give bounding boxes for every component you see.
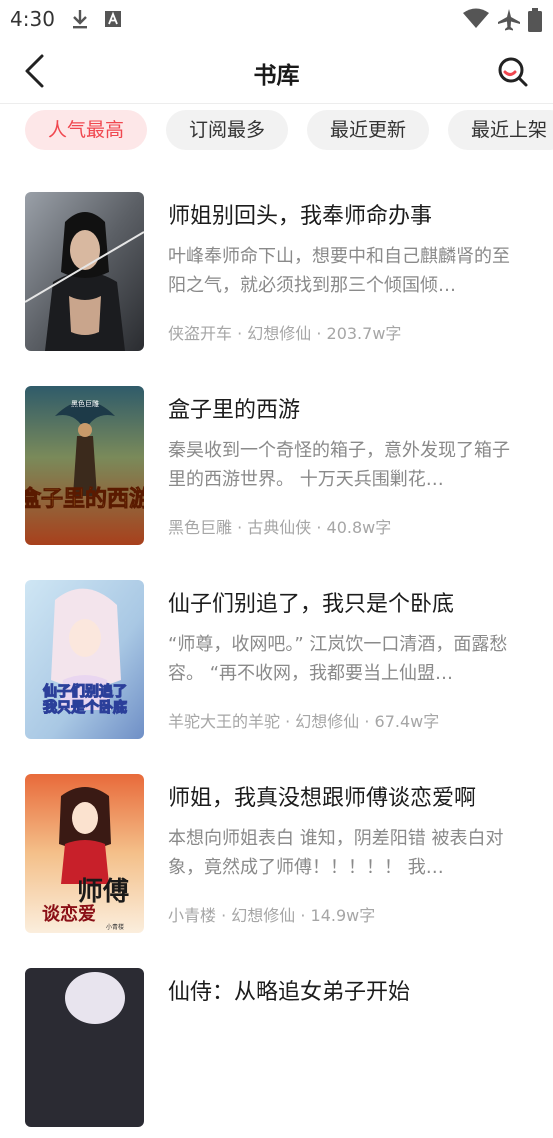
book-cover[interactable]: 盒子里的西游 黑色巨雕 (25, 386, 144, 545)
cover-author-text: 黑色巨雕 (71, 399, 99, 408)
book-cover[interactable]: 仙子们别追了 我只是个卧底 (25, 580, 144, 739)
search-icon (498, 57, 528, 87)
tab-popular[interactable]: 人气最高 (25, 110, 147, 150)
page-title: 书库 (253, 63, 300, 89)
book-meta: 羊驼大王的羊驼 · 幻想修仙 · 67.4w字 (168, 712, 440, 731)
search-button[interactable] (490, 52, 534, 92)
book-meta: 侠盗开车 · 幻想修仙 · 203.7w字 (168, 324, 402, 343)
book-description: 叶峰奉师命下山，想要中和自己麒麟肾的至阳之气，就必须找到那三个倾国倾… (168, 246, 510, 296)
a-notification-icon (105, 11, 121, 27)
download-icon (73, 10, 87, 29)
book-description: “师尊，收网吧。” 江岚饮一口清酒，面露愁容。 “再不收网，我都要当上仙盟… (168, 634, 508, 684)
book-list-item[interactable]: 师傅 谈恋爱 小青楼 师姐，我真没想跟师傅谈恋爱啊 本想向师姐表白 谁知，阴差阳… (0, 774, 553, 944)
cover-title-text: 师傅 (77, 877, 129, 907)
book-description: 秦昊收到一个奇怪的箱子，意外发现了箱子里的西游世界。 十万天兵围剿花… (168, 440, 510, 490)
book-cover[interactable] (25, 968, 144, 1127)
book-title: 师姐，我真没想跟师傅谈恋爱啊 (168, 786, 477, 811)
book-title: 仙侍：从略追女弟子开始 (168, 980, 411, 1005)
header: 书库 (0, 40, 553, 102)
header-divider (0, 103, 553, 104)
status-bar: 4:30 (0, 0, 553, 38)
book-title: 盒子里的西游 (168, 398, 301, 423)
book-cover[interactable] (25, 192, 144, 351)
book-list-item[interactable]: 仙侍：从略追女弟子开始 (0, 968, 553, 1138)
tab-recently-added[interactable]: 最近上架 (448, 110, 553, 150)
cover-subtitle-text: 我只是个卧底 (43, 699, 127, 716)
status-time: 4:30 (10, 7, 55, 31)
book-description: 本想向师姐表白 谁知，阴差阳错 被表白对象，竟然成了师傅！！！！！ 我… (168, 828, 504, 878)
book-list-item[interactable]: 仙子们别追了 我只是个卧底 仙子们别追了，我只是个卧底 “师尊，收网吧。” 江岚… (0, 580, 553, 750)
cover-subtitle-text: 谈恋爱 (42, 903, 96, 925)
cover-title-text: 盒子里的西游 (25, 486, 144, 512)
cover-author-text: 小青楼 (106, 923, 124, 931)
book-meta: 小青楼 · 幻想修仙 · 14.9w字 (168, 906, 376, 925)
book-meta: 黑色巨雕 · 古典仙侠 · 40.8w字 (168, 518, 392, 537)
book-title: 师姐别回头，我奉师命办事 (168, 204, 433, 229)
tab-recently-updated[interactable]: 最近更新 (307, 110, 429, 150)
tab-most-subscribed[interactable]: 订阅最多 (166, 110, 288, 150)
airplane-icon (498, 9, 520, 31)
battery-icon (528, 8, 542, 32)
cover-title-text: 仙子们别追了 (43, 683, 127, 700)
wifi-icon (463, 8, 489, 28)
book-list-item[interactable]: 盒子里的西游 黑色巨雕 盒子里的西游 秦昊收到一个奇怪的箱子，意外发现了箱子里的… (0, 386, 553, 556)
book-cover[interactable]: 师傅 谈恋爱 小青楼 (25, 774, 144, 933)
book-list-item[interactable]: 师姐别回头，我奉师命办事 叶峰奉师命下山，想要中和自己麒麟肾的至阳之气，就必须找… (0, 192, 553, 362)
book-title: 仙子们别追了，我只是个卧底 (168, 592, 455, 617)
